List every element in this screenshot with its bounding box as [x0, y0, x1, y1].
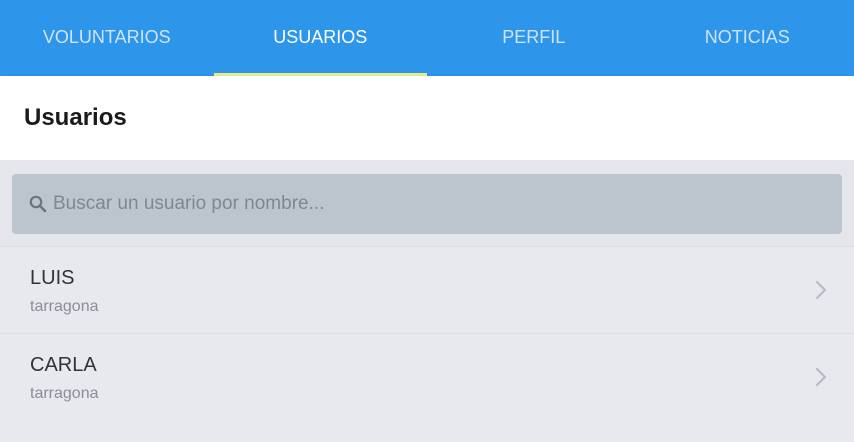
user-name: CARLA [30, 354, 97, 376]
tab-label: PERFIL [502, 26, 566, 47]
page-header: Usuarios [0, 76, 854, 160]
list-item[interactable]: LUIS tarragona [0, 246, 854, 333]
tab-noticias[interactable]: NOTICIAS [641, 0, 854, 76]
search-bar [0, 160, 854, 246]
tab-label: VOLUNTARIOS [42, 26, 171, 47]
user-location: tarragona [30, 385, 99, 402]
list-item[interactable]: CARLA tarragona [0, 333, 854, 420]
tab-label: USUARIOS [273, 26, 368, 47]
user-name: LUIS [30, 267, 75, 289]
chevron-right-icon [815, 280, 827, 300]
user-list: LUIS tarragona CARLA tarragona [0, 246, 854, 420]
tab-voluntarios[interactable]: VOLUNTARIOS [0, 0, 214, 76]
search-box[interactable] [12, 174, 842, 234]
chevron-right-icon [815, 367, 827, 387]
user-location: tarragona [30, 298, 99, 315]
search-input[interactable] [53, 193, 842, 215]
tab-perfil[interactable]: PERFIL [427, 0, 641, 76]
tab-usuarios[interactable]: USUARIOS [213, 0, 427, 76]
tab-bar: VOLUNTARIOS USUARIOS PERFIL NOTICIAS [0, 0, 854, 76]
tab-label: NOTICIAS [704, 26, 790, 47]
page-title: Usuarios [24, 104, 127, 131]
search-icon [27, 193, 49, 215]
